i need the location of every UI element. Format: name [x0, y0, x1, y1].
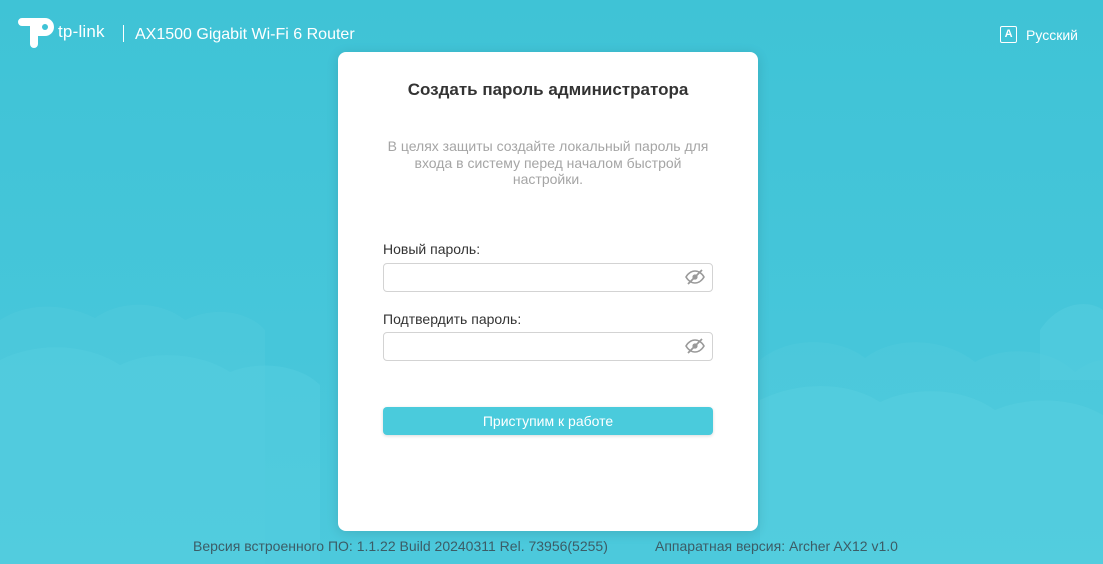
confirm-password-input[interactable] — [384, 333, 690, 360]
new-password-label: Новый пароль: — [383, 241, 481, 257]
header-divider — [123, 25, 124, 42]
page-title: Создать пароль администратора — [407, 80, 689, 99]
description-text: В целях защиты создайте локальный пароль… — [387, 138, 709, 187]
hardware-version: Аппаратная версия: Archer AX12 v1.0 — [655, 538, 898, 554]
language-selector[interactable]: A Русский — [1000, 26, 1078, 43]
new-password-field — [383, 263, 713, 292]
eye-slash-icon[interactable] — [685, 269, 705, 285]
language-icon: A — [1000, 26, 1018, 43]
language-label: Русский — [1026, 26, 1078, 43]
router-model: AX1500 Gigabit Wi-Fi 6 Router — [135, 26, 355, 43]
new-password-input[interactable] — [384, 264, 690, 291]
get-started-button[interactable]: Приступим к работе — [383, 407, 713, 435]
tp-link-logo-icon — [18, 18, 54, 48]
brand-name: tp-link — [58, 22, 105, 41]
eye-slash-icon[interactable] — [685, 338, 705, 354]
password-setup-card: Создать пароль администратора В целях за… — [338, 52, 758, 531]
confirm-password-label: Подтвердить пароль: — [383, 311, 522, 327]
confirm-password-field — [383, 332, 713, 361]
firmware-version: Версия встроенного ПО: 1.1.22 Build 2024… — [193, 538, 608, 554]
